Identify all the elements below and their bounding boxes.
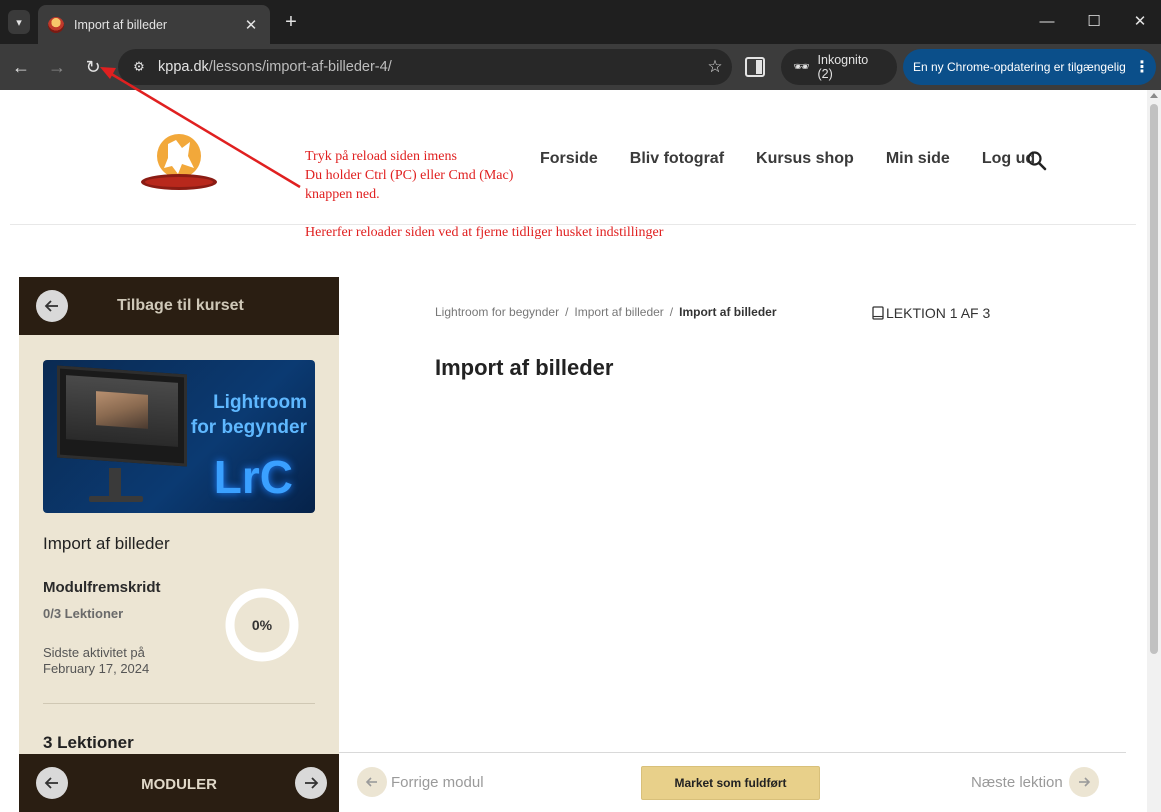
browser-tab-bar: ▾ Import af billeder ✕ + — ☐ ✕ — [0, 0, 1161, 44]
arrow-left-circle — [357, 767, 387, 797]
forward-arrow-icon[interactable]: → — [43, 53, 71, 81]
browser-toolbar: ← → ↻ ⚙ kppa.dk/lessons/import-af-billed… — [0, 44, 1161, 90]
bookmark-star-icon[interactable]: ☆ — [698, 57, 732, 77]
mark-complete-button[interactable]: Market som fuldført — [641, 766, 820, 800]
tab-search-button[interactable]: ▾ — [8, 10, 30, 34]
maximize-icon[interactable]: ☐ — [1071, 8, 1117, 36]
lesson-footer-divider — [339, 752, 1126, 753]
minimize-icon[interactable]: — — [1024, 8, 1070, 36]
page-scrollbar[interactable] — [1147, 90, 1161, 812]
breadcrumb-module[interactable]: Import af billeder — [574, 305, 663, 319]
last-activity: Sidste aktivitet på February 17, 2024 — [43, 645, 150, 676]
reload-icon[interactable]: ↻ — [79, 53, 107, 81]
site-logo[interactable] — [138, 130, 220, 192]
tab-title: Import af billeder — [74, 17, 168, 32]
url-text[interactable]: kppa.dk/lessons/import-af-billeder-4/ — [154, 59, 698, 75]
modules-bar: MODULER — [19, 754, 339, 812]
header-divider — [10, 224, 1136, 225]
prev-module-label: Forrige modul — [391, 773, 484, 791]
lesson-counter: LEKTION 1 AF 3 — [872, 305, 990, 321]
nav-item-bliv-fotograf[interactable]: Bliv fotograf — [630, 150, 724, 168]
browser-tab-active[interactable]: Import af billeder ✕ — [38, 5, 270, 44]
monitor-illustration — [57, 365, 187, 467]
next-lesson-link[interactable]: Næste lektion — [971, 767, 1099, 797]
incognito-icon: 🕶 — [793, 59, 810, 74]
search-icon[interactable] — [1026, 150, 1048, 172]
breadcrumb: Lightroom for begynder / Import af billede… — [435, 305, 777, 319]
side-panel-icon[interactable] — [745, 57, 765, 77]
course-sidebar: Tilbage til kurset Lightroom for begynde… — [19, 277, 339, 812]
sidebar-back-bar[interactable]: Tilbage til kurset — [19, 277, 339, 335]
annotation-line-2: Du holder Ctrl (PC) eller Cmd (Mac) — [305, 168, 514, 183]
annotation-line-3: knappen ned. — [305, 187, 380, 202]
incognito-label: Inkognito (2) — [817, 53, 869, 81]
site-settings-icon[interactable]: ⚙ — [124, 59, 154, 75]
update-label: En ny Chrome-opdatering er tilgængelig — [913, 60, 1126, 74]
chevron-down-icon: ▾ — [16, 16, 22, 29]
arrow-right-icon — [1078, 777, 1090, 787]
prev-module-link[interactable]: Forrige modul — [357, 767, 484, 797]
lightroom-logo: LrC — [213, 451, 293, 503]
sidebar-lesson-title: Import af billeder — [43, 534, 170, 553]
address-bar[interactable]: ⚙ kppa.dk/lessons/import-af-billeder-4/ … — [118, 49, 732, 85]
modules-next-button[interactable] — [295, 767, 327, 799]
breadcrumb-course[interactable]: Lightroom for begynder — [435, 305, 559, 319]
window-close-icon[interactable]: ✕ — [1117, 8, 1161, 36]
next-lesson-label: Næste lektion — [971, 773, 1063, 791]
breadcrumb-current: Import af billeder — [679, 305, 777, 319]
nav-item-kursus-shop[interactable]: Kursus shop — [756, 150, 854, 168]
modules-label[interactable]: MODULER — [19, 776, 339, 793]
scrollbar-thumb[interactable] — [1150, 104, 1158, 654]
scroll-up-icon[interactable] — [1150, 93, 1158, 98]
progress-count: 0/3 Lektioner — [43, 606, 124, 621]
nav-item-forside[interactable]: Forside — [540, 150, 598, 168]
progress-label: Modulfremskridt — [43, 579, 161, 596]
back-to-course-label[interactable]: Tilbage til kurset — [117, 297, 244, 315]
back-button[interactable] — [36, 290, 68, 322]
arrow-left-icon — [44, 300, 58, 312]
progress-percent: 0% — [251, 617, 273, 633]
annotation-line-1: Tryk på reload siden imens — [305, 149, 457, 164]
book-icon — [872, 306, 884, 320]
lessons-heading: 3 Lektioner — [43, 733, 134, 752]
new-tab-button[interactable]: + — [280, 10, 302, 34]
course-image-title: Lightroom for begynder — [190, 392, 307, 438]
close-icon[interactable]: ✕ — [242, 16, 260, 34]
main-navigation: Forside Bliv fotograf Kursus shop Min si… — [540, 150, 1035, 168]
favicon-icon — [48, 16, 64, 33]
arrow-right-circle — [1068, 767, 1099, 797]
arrow-left-icon — [365, 777, 377, 787]
chrome-update-button[interactable]: En ny Chrome-opdatering er tilgængelig ⋮ — [903, 49, 1156, 85]
annotation-line-4: Hererfer reloader siden ved at fjerne ti… — [305, 225, 664, 240]
sidebar-divider — [43, 703, 315, 704]
course-image: Lightroom for begynder LrC — [43, 360, 315, 513]
kebab-menu-icon[interactable]: ⋮ — [1134, 57, 1150, 77]
back-arrow-icon[interactable]: ← — [7, 53, 35, 81]
incognito-button[interactable]: 🕶 Inkognito (2) — [781, 49, 897, 85]
arrow-right-icon — [305, 777, 319, 789]
nav-item-min-side[interactable]: Min side — [886, 150, 950, 168]
page-title: Import af billeder — [435, 355, 614, 380]
